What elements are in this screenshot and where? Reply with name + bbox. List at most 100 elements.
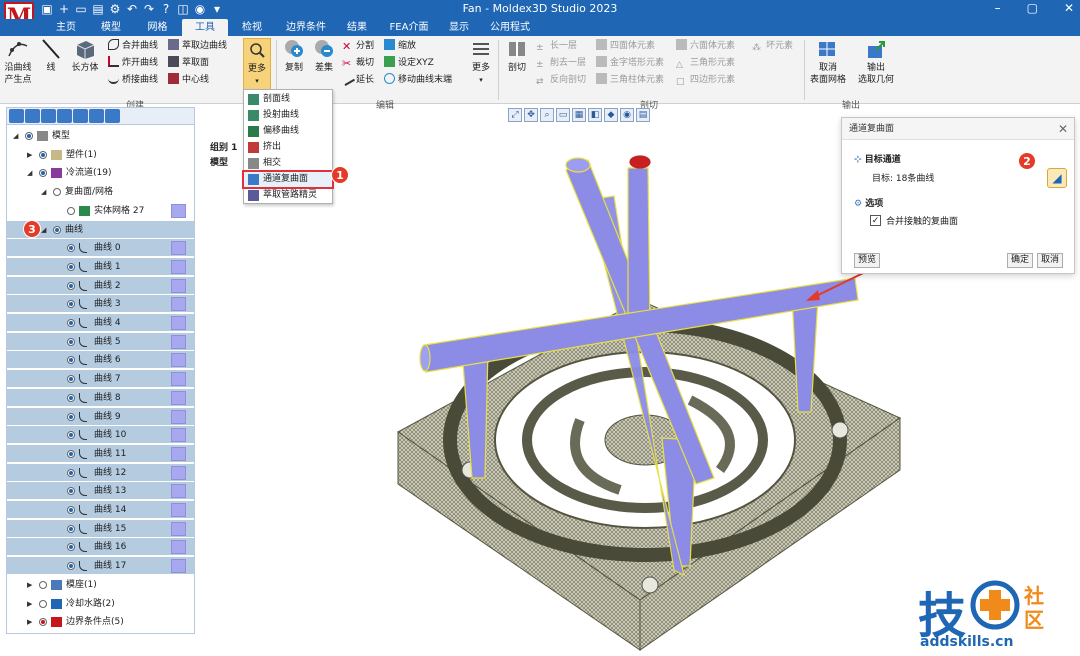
expand-arrow-icon[interactable]: ▶ xyxy=(27,613,35,631)
color-swatch[interactable] xyxy=(171,353,186,368)
select-curves-button[interactable]: ◢ xyxy=(1047,168,1067,188)
visibility-radio[interactable] xyxy=(67,281,75,290)
color-swatch[interactable] xyxy=(171,316,186,330)
chevron-down-icon[interactable]: ▾ xyxy=(210,2,224,16)
pyramid-button[interactable]: 金字塔形元素 xyxy=(596,55,664,71)
reverse-section-button[interactable]: ⇄ 反向剖切 xyxy=(536,72,586,88)
visibility-radio[interactable] xyxy=(39,618,47,627)
preview-button[interactable]: 预览 xyxy=(854,253,880,268)
save-icon[interactable]: ▣ xyxy=(40,2,54,16)
viewport[interactable]: 组别 1 模型 xyxy=(200,128,840,656)
color-swatch[interactable] xyxy=(171,241,186,256)
view-cube-icon[interactable]: ▭ xyxy=(556,108,570,122)
tree-item-curve[interactable]: 曲线 17 xyxy=(7,557,194,576)
visibility-radio[interactable] xyxy=(67,412,75,421)
tree-item[interactable]: ▶ 塑件(1) xyxy=(7,146,194,164)
cancel-button[interactable]: 取消 xyxy=(1037,253,1063,268)
color-swatch[interactable] xyxy=(171,446,186,461)
cuboid-button[interactable]: 长方体 xyxy=(68,38,102,74)
gear-icon[interactable]: ⚙ xyxy=(108,2,122,16)
expand-arrow-icon[interactable]: ▶ xyxy=(27,595,35,613)
tree-item[interactable]: ▶ 冷却水路(2) xyxy=(7,595,194,613)
ok-button[interactable]: 确定 xyxy=(1007,253,1033,268)
save-as-icon[interactable]: ▤ xyxy=(91,2,105,16)
center-line-button[interactable]: 中心线 xyxy=(168,72,209,88)
expand-arrow-icon[interactable]: ▶ xyxy=(27,146,35,164)
tab-display[interactable]: 显示 xyxy=(441,19,477,36)
color-swatch[interactable] xyxy=(171,521,186,536)
new-icon[interactable]: + xyxy=(57,2,71,16)
visibility-radio[interactable] xyxy=(67,449,75,458)
color-swatch[interactable] xyxy=(171,484,186,499)
tab-view[interactable]: 检视 xyxy=(231,19,273,36)
visibility-radio[interactable] xyxy=(25,132,33,140)
visibility-radio[interactable] xyxy=(67,319,75,327)
tree-view-icon[interactable] xyxy=(9,109,24,123)
along-curve-point-button[interactable]: 沿曲线 产生点 xyxy=(2,38,34,86)
zoom-icon[interactable]: ⌕ xyxy=(540,108,554,122)
visibility-radio[interactable] xyxy=(67,506,75,514)
bridge-curves-button[interactable]: 桥接曲线 xyxy=(108,72,158,88)
shade-icon[interactable]: ◧ xyxy=(588,108,602,122)
quad-button[interactable]: □ 四边形元素 xyxy=(676,72,735,88)
tree-item-curve[interactable]: 曲线 8 xyxy=(7,388,194,407)
group-icon[interactable] xyxy=(41,109,56,123)
visibility-radio[interactable] xyxy=(67,375,75,384)
collapse-icon[interactable] xyxy=(105,109,120,123)
tab-home[interactable]: 主页 xyxy=(45,19,87,36)
collapse-arrow-icon[interactable]: ◢ xyxy=(27,164,35,182)
scale-button[interactable]: 缩放 xyxy=(384,38,416,54)
tree-item[interactable]: ◢ 模型 xyxy=(7,127,194,145)
collapse-arrow-icon[interactable]: ◢ xyxy=(13,127,21,145)
tab-boundary[interactable]: 边界条件 xyxy=(276,19,336,36)
fit-icon[interactable]: ◫ xyxy=(176,2,190,16)
hexa-button[interactable]: 六面体元素 xyxy=(676,38,735,54)
visibility-radio[interactable] xyxy=(67,300,75,309)
tree-item-curve[interactable]: 曲线 3 xyxy=(7,295,194,314)
visibility-radio[interactable] xyxy=(53,225,61,234)
merge-checkbox[interactable]: ✓ xyxy=(870,215,881,226)
break-curves-button[interactable]: 炸开曲线 xyxy=(108,55,158,71)
tree-item-curve[interactable]: 曲线 6 xyxy=(7,351,194,370)
display-icon[interactable]: ▤ xyxy=(636,108,650,122)
tree-item-curve[interactable]: 曲线 1 xyxy=(7,257,194,276)
tree-item-curve[interactable]: 曲线 0 xyxy=(7,239,194,258)
visibility-radio[interactable] xyxy=(39,599,47,608)
trim-button[interactable]: ✂ 裁切 xyxy=(342,55,374,71)
tree-item-curve[interactable]: 曲线 13 xyxy=(7,482,194,501)
color-swatch[interactable] xyxy=(171,409,186,424)
color-swatch[interactable] xyxy=(171,465,186,480)
eye-icon[interactable]: ◉ xyxy=(620,108,634,122)
bad-elements-button[interactable]: ⁂ 坏元素 xyxy=(752,38,793,54)
tree-item-curve[interactable]: 曲线 2 xyxy=(7,276,194,295)
tree-item[interactable]: ▶ 模座(1) xyxy=(7,576,194,594)
difference-button[interactable]: 差集 xyxy=(310,38,338,74)
visibility-radio[interactable] xyxy=(39,150,47,159)
color-swatch[interactable] xyxy=(171,559,186,574)
visibility-radio[interactable] xyxy=(67,393,75,402)
tree-item-curve[interactable]: 曲线 10 xyxy=(7,426,194,445)
color-swatch[interactable] xyxy=(171,372,186,387)
tree-item-curve[interactable]: 曲线 11 xyxy=(7,444,194,463)
menu-item-project-curve[interactable]: 投射曲线 xyxy=(244,108,332,123)
open-folder-icon[interactable]: ▭ xyxy=(74,2,88,16)
visibility-radio[interactable] xyxy=(53,188,61,197)
grid-icon[interactable]: ▦ xyxy=(572,108,586,122)
collapse-arrow-icon[interactable]: ◢ xyxy=(41,221,49,239)
move-curve-end-button[interactable]: 移动曲线末端 xyxy=(384,72,452,88)
visibility-radio[interactable] xyxy=(67,562,75,571)
set-xyz-button[interactable]: 设定XYZ xyxy=(384,55,434,71)
merge-curves-button[interactable]: 合并曲线 xyxy=(108,38,158,54)
extract-surface-button[interactable]: 萃取面 xyxy=(168,55,209,71)
color-swatch[interactable] xyxy=(171,390,186,405)
visibility-radio[interactable] xyxy=(39,169,47,178)
tree-item[interactable]: ▶ 边界条件点(5) xyxy=(7,613,194,631)
tab-mesh[interactable]: 网格 xyxy=(135,19,180,36)
visibility-radio[interactable] xyxy=(67,468,75,477)
maximize-button[interactable]: ▢ xyxy=(1027,1,1038,15)
menu-item-channel-surface[interactable]: 通道复曲面 xyxy=(242,170,334,189)
color-swatch[interactable] xyxy=(171,203,186,218)
undo-icon[interactable]: ↶ xyxy=(125,2,139,16)
tab-fea[interactable]: FEA介面 xyxy=(379,19,439,36)
split-button[interactable]: ✕ 分割 xyxy=(342,38,374,54)
